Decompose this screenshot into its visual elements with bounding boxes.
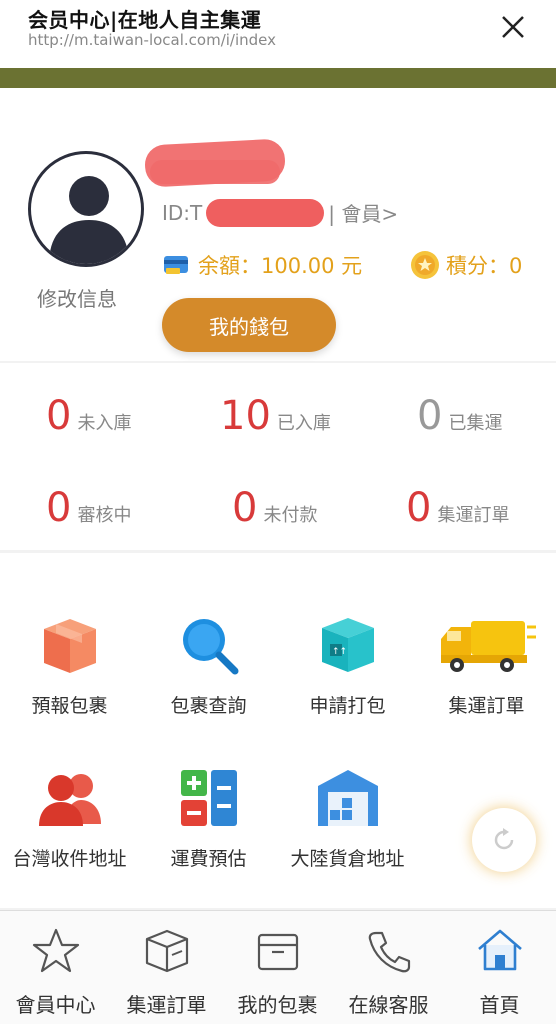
phone-icon xyxy=(368,931,410,973)
stat-reviewing[interactable]: 0 審核中 xyxy=(46,485,131,531)
service-label: 預報包裹 xyxy=(31,695,108,717)
star-icon xyxy=(32,928,79,973)
truck-icon xyxy=(440,621,536,672)
coin-icon xyxy=(411,251,439,279)
stat-value: 0 xyxy=(232,485,258,531)
nav-label: 在線客服 xyxy=(348,993,429,1017)
service-shipping-estimate[interactable]: 運費預估 xyxy=(139,758,278,888)
member-level-link[interactable]: | 會員> xyxy=(328,198,398,227)
nav-online-service[interactable]: 在線客服 xyxy=(333,911,444,1024)
redacted-id xyxy=(206,198,325,227)
users-icon xyxy=(38,774,101,826)
service-label: 集運訂單 xyxy=(448,695,525,717)
service-label: 包裹查詢 xyxy=(170,695,247,717)
search-icon xyxy=(182,619,238,675)
points[interactable]: 積分：0 xyxy=(410,250,522,280)
nav-label: 集運訂單 xyxy=(126,993,207,1017)
stat-label: 集運訂單 xyxy=(437,505,510,526)
stat-consolidation-orders[interactable]: 0 集運訂單 xyxy=(406,485,509,531)
package-icon xyxy=(43,619,96,673)
user-silhouette-icon xyxy=(49,176,129,264)
stat-value: 0 xyxy=(406,485,432,531)
service-mainland-warehouse[interactable]: 大陸貨倉地址 xyxy=(278,758,417,888)
service-forecast-package[interactable]: 預報包裹 xyxy=(0,605,139,735)
stat-not-stored[interactable]: 0 未入庫 xyxy=(46,393,131,439)
balance-label: 余額：100.00 元 xyxy=(198,254,363,278)
refresh-button[interactable] xyxy=(472,808,536,872)
browser-header: 会员中心|在地人自主集運 http://m.taiwan-local.com/i… xyxy=(0,0,556,68)
stat-label: 審核中 xyxy=(77,505,132,526)
service-label: 運費預估 xyxy=(170,848,247,870)
stat-stored[interactable]: 10 已入庫 xyxy=(220,393,331,439)
stat-value: 10 xyxy=(220,393,271,439)
nav-label: 會員中心 xyxy=(15,993,96,1017)
profile-card: 修改信息 ID:T | 會員> 余額：100.00 元 積分：0 我的錢包 xyxy=(0,88,556,361)
stat-value: 0 xyxy=(46,393,72,439)
nav-my-packages[interactable]: 我的包裹 xyxy=(222,911,333,1024)
service-consolidation-orders[interactable]: 集運訂單 xyxy=(417,605,556,735)
stat-value: 0 xyxy=(417,393,443,439)
stat-consolidated[interactable]: 0 已集運 xyxy=(417,393,502,439)
id-prefix: ID:T xyxy=(162,200,203,225)
parcel-icon xyxy=(257,933,298,971)
home-icon xyxy=(477,929,522,971)
stat-unpaid[interactable]: 0 未付款 xyxy=(232,485,317,531)
service-label: 大陸貨倉地址 xyxy=(290,848,405,870)
close-icon[interactable] xyxy=(500,14,526,40)
cube-icon xyxy=(145,929,188,973)
nav-member-center[interactable]: 會員中心 xyxy=(0,911,111,1024)
box-icon: ↑↑ xyxy=(321,618,374,672)
bottom-nav: 會員中心 集運訂單 我的包裹 在線客服 首頁 xyxy=(0,910,556,1024)
calculator-icon xyxy=(180,770,237,826)
card-icon xyxy=(164,256,188,274)
stat-label: 未付款 xyxy=(263,505,318,526)
page-url: http://m.taiwan-local.com/i/index xyxy=(28,31,277,49)
order-stats: 0 未入庫 10 已入庫 0 已集運 0 審核中 0 未付款 0 集運訂單 xyxy=(0,363,556,550)
balance[interactable]: 余額：100.00 元 xyxy=(162,250,362,280)
services-grid: 預報包裹 包裹查詢 ↑↑ 申請打包 集運訂單 台灣收件地址 運費預估 大陸貨倉地… xyxy=(0,553,556,908)
avatar[interactable] xyxy=(28,151,144,267)
redacted-username-2 xyxy=(150,160,280,184)
warehouse-icon xyxy=(317,770,378,826)
member-id: ID:T | 會員> xyxy=(162,198,398,227)
service-apply-packing[interactable]: ↑↑ 申請打包 xyxy=(278,605,417,735)
stat-label: 已集運 xyxy=(448,413,503,434)
refresh-icon xyxy=(494,828,514,850)
stat-label: 未入庫 xyxy=(77,413,132,434)
nav-label: 首頁 xyxy=(479,993,520,1017)
page-title: 会员中心|在地人自主集運 xyxy=(28,8,262,32)
points-label: 積分：0 xyxy=(446,254,523,278)
service-label: 台灣收件地址 xyxy=(12,848,127,870)
service-package-query[interactable]: 包裹查詢 xyxy=(139,605,278,735)
svg-text:↑↑: ↑↑ xyxy=(332,647,347,657)
edit-info-link[interactable]: 修改信息 xyxy=(37,283,117,312)
wallet-button[interactable]: 我的錢包 xyxy=(162,298,336,352)
service-label: 申請打包 xyxy=(309,695,386,717)
stat-label: 已入庫 xyxy=(276,413,331,434)
nav-home[interactable]: 首頁 xyxy=(444,911,555,1024)
nav-label: 我的包裹 xyxy=(237,993,318,1017)
stat-value: 0 xyxy=(46,485,72,531)
nav-consolidation-orders[interactable]: 集運訂單 xyxy=(111,911,222,1024)
service-taiwan-address[interactable]: 台灣收件地址 xyxy=(0,758,139,888)
header-bar xyxy=(0,68,556,88)
